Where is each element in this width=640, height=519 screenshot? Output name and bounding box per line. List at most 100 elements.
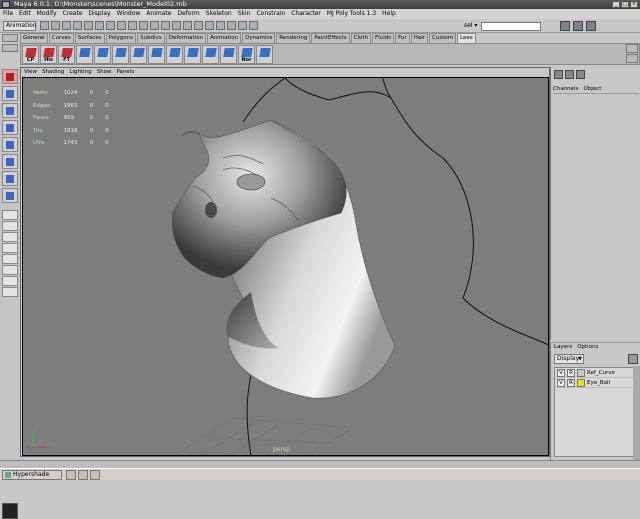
move-tool[interactable]: [2, 120, 18, 135]
shelf-button[interactable]: Nor: [238, 45, 255, 64]
minimize-button[interactable]: _: [612, 1, 620, 8]
select-component-icon[interactable]: [95, 21, 104, 30]
shelf-button[interactable]: [148, 45, 165, 64]
menu-set-selector[interactable]: Animation: [3, 21, 37, 31]
taskbar-app-icon[interactable]: [66, 470, 76, 480]
layer-reference-toggle[interactable]: R: [567, 368, 575, 377]
ipr-icon[interactable]: [238, 21, 247, 30]
shelf-tab-hair[interactable]: Hair: [410, 33, 429, 43]
menu-item-character[interactable]: Character: [291, 9, 321, 19]
layer-reference-toggle[interactable]: R: [567, 378, 575, 387]
layer-visibility-toggle[interactable]: V: [557, 378, 565, 387]
shelf-tab-custom[interactable]: Custom: [429, 33, 457, 43]
shelf-button[interactable]: [256, 45, 273, 64]
menu-item-window[interactable]: Window: [117, 9, 141, 19]
layer-color-swatch[interactable]: [577, 378, 585, 387]
layout-hypershade[interactable]: [2, 276, 18, 286]
shelf-button[interactable]: [184, 45, 201, 64]
scale-tool[interactable]: [2, 154, 18, 169]
menu-item-help[interactable]: Help: [382, 9, 396, 19]
channels-menu[interactable]: Channels: [553, 85, 578, 93]
layer-color-swatch[interactable]: [577, 368, 585, 377]
shelf-button[interactable]: His: [40, 45, 57, 64]
layout-custom[interactable]: [2, 287, 18, 297]
shelf-button[interactable]: FT: [58, 45, 75, 64]
lasso-tool[interactable]: [2, 86, 18, 101]
shelf-tab-painteffects[interactable]: PaintEffects: [311, 33, 350, 43]
shelf-tab-cloth[interactable]: Cloth: [350, 33, 372, 43]
maximize-button[interactable]: □: [621, 1, 629, 8]
menu-item-animate[interactable]: Animate: [146, 9, 171, 19]
menu-item-create[interactable]: Create: [63, 9, 83, 19]
shelf-tab-surfaces[interactable]: Surfaces: [74, 33, 105, 43]
shelf-tabs-toggle[interactable]: [2, 34, 18, 42]
panel-menu-lighting[interactable]: Lighting: [69, 68, 91, 77]
layers-menu[interactable]: Layers: [554, 343, 572, 351]
taskbar-app-icon[interactable]: [90, 470, 100, 480]
menu-item-file[interactable]: File: [3, 9, 13, 19]
options-menu[interactable]: Options: [577, 343, 598, 351]
layer-type-dropdown[interactable]: Display: [554, 354, 584, 364]
layer-visibility-toggle[interactable]: V: [557, 368, 565, 377]
last-tool[interactable]: [2, 188, 18, 203]
snap-point-icon[interactable]: [194, 21, 203, 30]
select-tool[interactable]: [2, 69, 18, 84]
shelf-tab-curves[interactable]: Curves: [48, 33, 74, 43]
panel-menu-panels[interactable]: Panels: [116, 68, 134, 77]
layout-two-side[interactable]: [2, 232, 18, 242]
menu-item-modify[interactable]: Modify: [37, 9, 57, 19]
shelf-menu-button[interactable]: [2, 44, 18, 52]
mask-icon[interactable]: [128, 21, 137, 30]
snap-plane-icon[interactable]: [205, 21, 214, 30]
shelf-tab-fur[interactable]: Fur: [395, 33, 410, 43]
layout-two-stack[interactable]: [2, 243, 18, 253]
menu-item-constrain[interactable]: Constrain: [256, 9, 285, 19]
attribute-editor-icon[interactable]: [560, 21, 570, 31]
manipulator-tool[interactable]: [2, 171, 18, 186]
channel-box-icon[interactable]: [586, 21, 596, 31]
menu-item-skeleton[interactable]: Skeleton: [206, 9, 232, 19]
shelf-tab-polygons[interactable]: Polygons: [105, 33, 137, 43]
shelf-tab-fluids[interactable]: Fluids: [372, 33, 395, 43]
history-icon[interactable]: [216, 21, 225, 30]
tool-settings-icon[interactable]: [573, 21, 583, 31]
perspective-viewport[interactable]: Verts: 1024 0 0 Edges: 1983 0 0 Faces: 959 0 0 Tris:…: [22, 77, 549, 456]
object-menu[interactable]: Object: [583, 85, 601, 93]
close-button[interactable]: ×: [630, 1, 638, 8]
sel-input[interactable]: [481, 21, 542, 31]
layout-outliner[interactable]: [2, 254, 18, 264]
shelf-tab-dynamics[interactable]: Dynamics: [242, 33, 276, 43]
channel-layout-icon[interactable]: [554, 70, 563, 79]
shelf-tab-deformation[interactable]: Deformation: [165, 33, 207, 43]
shelf-scroll-down[interactable]: [626, 54, 638, 63]
paint-select-tool[interactable]: [2, 103, 18, 118]
panel-menu-view[interactable]: View: [24, 68, 37, 77]
snap-grid-icon[interactable]: [172, 21, 181, 30]
layout-graph[interactable]: [2, 265, 18, 275]
menu-item-display[interactable]: Display: [89, 9, 111, 19]
shelf-tab-subdivs[interactable]: Subdivs: [137, 33, 165, 43]
mask-icon[interactable]: [117, 21, 126, 30]
mask-icon[interactable]: [106, 21, 115, 30]
shelf-scroll-up[interactable]: [626, 44, 638, 53]
mask-icon[interactable]: [150, 21, 159, 30]
new-scene-icon[interactable]: [40, 21, 49, 30]
layer-row[interactable]: V R Ref_Curve: [555, 368, 633, 378]
shelf-button[interactable]: [94, 45, 111, 64]
menu-item-skin[interactable]: Skin: [238, 9, 251, 19]
shelf-button[interactable]: [112, 45, 129, 64]
menu-item-mj-poly-tools-1-3[interactable]: MJ Poly Tools 1.3: [327, 9, 376, 19]
panel-menu-show[interactable]: Show: [97, 68, 112, 77]
menu-item-deform[interactable]: Deform: [177, 9, 199, 19]
layer-row[interactable]: V R Eye_Ball: [555, 378, 633, 388]
layer-scrollbar[interactable]: [633, 366, 640, 460]
render-globals-icon[interactable]: [249, 21, 258, 30]
open-scene-icon[interactable]: [51, 21, 60, 30]
shelf-tab-animation[interactable]: Animation: [207, 33, 242, 43]
channel-layout-icon[interactable]: [576, 70, 585, 79]
channel-layout-icon[interactable]: [565, 70, 574, 79]
snap-curve-icon[interactable]: [183, 21, 192, 30]
shelf-button[interactable]: [130, 45, 147, 64]
taskbar-item-hypershade[interactable]: Hypershade: [2, 470, 62, 480]
render-icon[interactable]: [227, 21, 236, 30]
